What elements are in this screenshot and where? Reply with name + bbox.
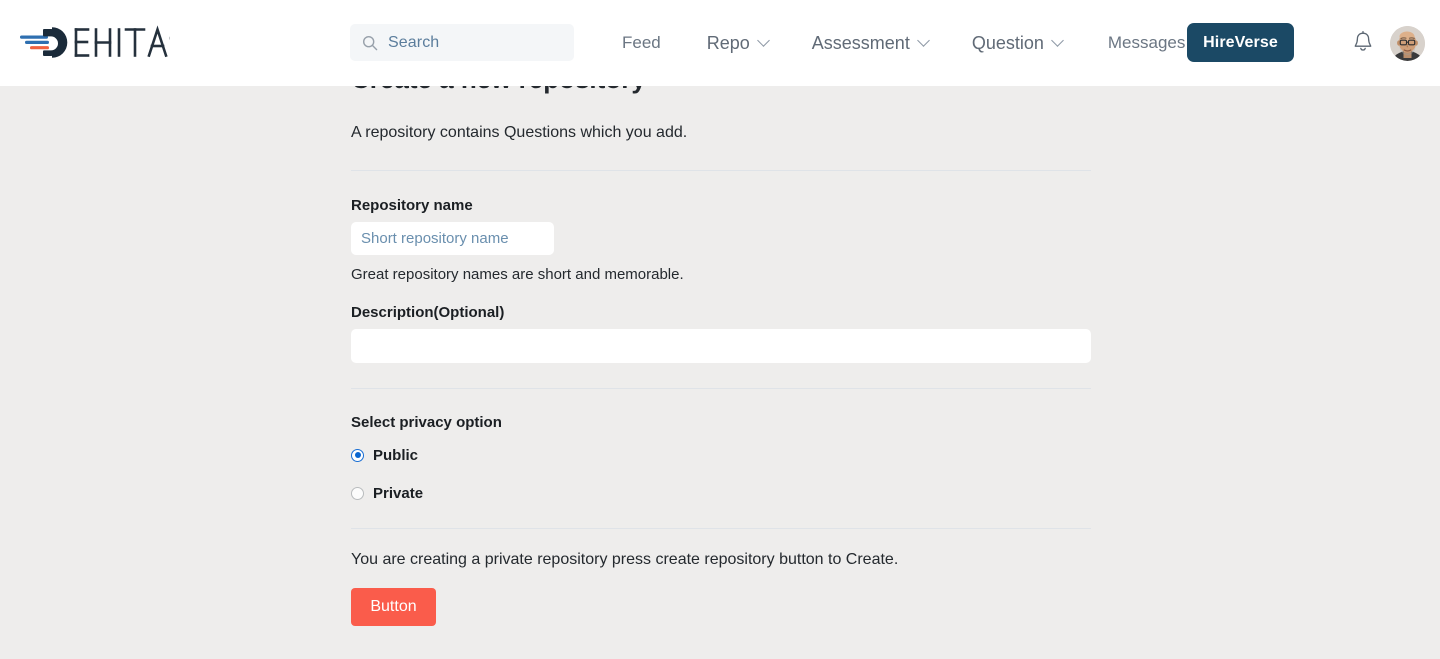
notifications-button[interactable] bbox=[1351, 30, 1375, 56]
chevron-down-icon bbox=[1051, 33, 1064, 47]
create-repository-button[interactable]: Button bbox=[351, 588, 436, 626]
nav-item-repo[interactable]: Repo bbox=[685, 33, 790, 54]
nav-item-question[interactable]: Question bbox=[950, 33, 1084, 54]
bell-icon bbox=[1354, 30, 1372, 51]
nav-item-label: Feed bbox=[622, 33, 661, 52]
privacy-option-public[interactable]: Public bbox=[351, 444, 1091, 466]
brand-logo[interactable] bbox=[20, 20, 170, 64]
privacy-option-label: Public bbox=[373, 446, 419, 464]
divider bbox=[351, 170, 1091, 171]
top-navigation-bar: Search Feed Repo Assessment Question Mes… bbox=[0, 0, 1440, 86]
nav-item-label: Assessment bbox=[811, 32, 910, 53]
search-input-placeholder[interactable]: Search bbox=[388, 34, 439, 52]
divider bbox=[351, 528, 1091, 529]
chevron-down-icon bbox=[756, 33, 770, 47]
radio-public[interactable] bbox=[351, 448, 364, 462]
create-repository-form: Create a new repository A repository con… bbox=[351, 86, 1091, 626]
description-label: Description(Optional) bbox=[351, 304, 505, 321]
nav-item-label: Messages bbox=[1107, 33, 1186, 52]
radio-private[interactable] bbox=[351, 486, 364, 500]
nav-item-assessment[interactable]: Assessment bbox=[790, 33, 950, 54]
page-body: Create a new repository A repository con… bbox=[0, 86, 1440, 659]
main-nav: Feed Repo Assessment Question Messages bbox=[598, 0, 1209, 86]
privacy-section-label: Select privacy option bbox=[351, 414, 502, 431]
search-icon bbox=[362, 35, 378, 50]
repository-name-input[interactable] bbox=[351, 222, 554, 255]
page-title: Create a new repository bbox=[351, 86, 1091, 94]
nav-item-label: Repo bbox=[706, 32, 750, 53]
search-box[interactable]: Search bbox=[350, 24, 574, 61]
privacy-option-private[interactable]: Private bbox=[351, 482, 1091, 504]
divider bbox=[351, 388, 1091, 389]
dehitas-logo-icon bbox=[20, 25, 170, 58]
privacy-option-label: Private bbox=[373, 484, 424, 502]
page-subtitle: A repository contains Questions which yo… bbox=[351, 124, 688, 141]
repository-name-label: Repository name bbox=[351, 197, 473, 214]
avatar-photo bbox=[1390, 26, 1425, 61]
hireverse-button[interactable]: HireVerse bbox=[1187, 23, 1294, 62]
nav-item-feed[interactable]: Feed bbox=[598, 33, 685, 53]
chevron-down-icon bbox=[916, 33, 930, 47]
nav-item-label: Question bbox=[971, 32, 1044, 53]
avatar[interactable] bbox=[1390, 26, 1425, 61]
description-input[interactable] bbox=[351, 329, 1091, 363]
repository-name-helper-text: Great repository names are short and mem… bbox=[351, 266, 684, 283]
creation-status-text: You are creating a private repository pr… bbox=[351, 551, 899, 568]
